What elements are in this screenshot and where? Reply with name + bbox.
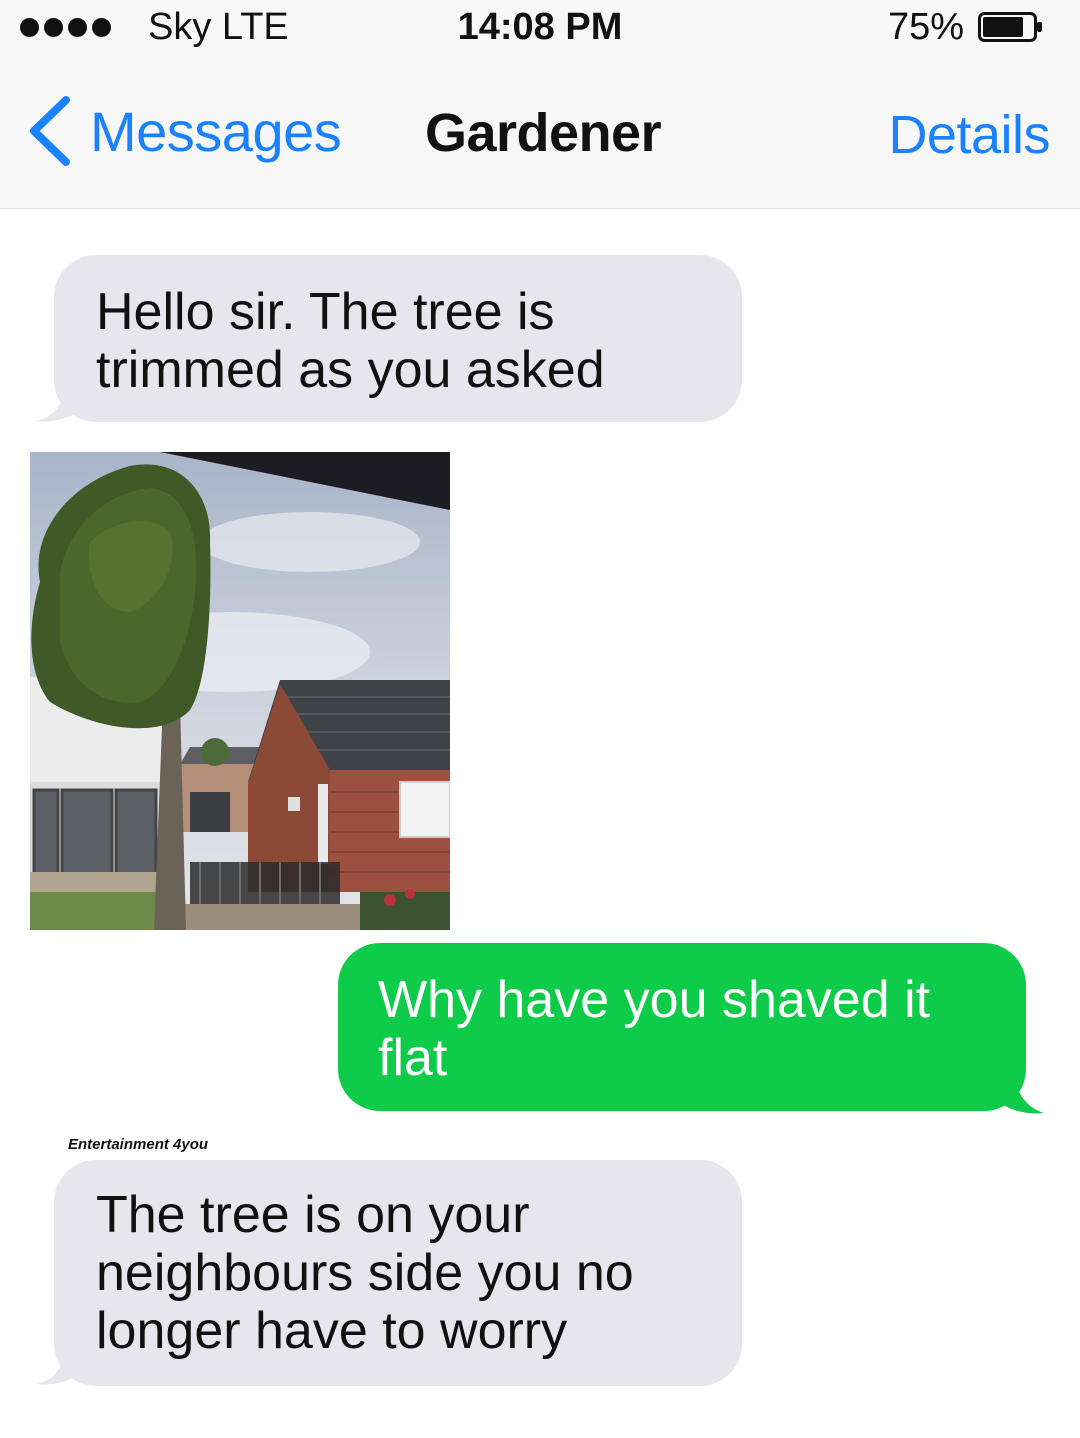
conversation-title: Gardener xyxy=(425,103,662,163)
battery-icon xyxy=(978,12,1042,42)
details-button[interactable]: Details xyxy=(888,104,1050,166)
incoming-message[interactable]: Hello sir. The tree is trimmed as you as… xyxy=(36,255,742,422)
back-button-label: Messages xyxy=(90,99,342,163)
status-bar: Sky LTE 14:08 PM 75% xyxy=(0,0,1080,60)
top-bar: Sky LTE 14:08 PM 75% Messages Gardener D… xyxy=(0,0,1080,209)
watermark: Entertainment 4you xyxy=(68,1136,209,1153)
photo-of-trimmed-tree[interactable] xyxy=(30,452,450,930)
outgoing-message[interactable]: Why have you shaved it flat xyxy=(338,943,1044,1114)
back-button[interactable]: Messages xyxy=(24,94,342,168)
message-text: The tree is on your neighbours side you … xyxy=(54,1160,742,1386)
incoming-message[interactable]: The tree is on your neighbours side you … xyxy=(36,1160,742,1386)
navigation-bar: Messages Gardener Details xyxy=(0,80,1080,190)
chevron-left-icon xyxy=(30,96,70,166)
message-text: Why have you shaved it flat xyxy=(338,943,1026,1111)
message-text: Hello sir. The tree is trimmed as you as… xyxy=(54,255,742,422)
tree-photo-image xyxy=(30,452,450,930)
battery-percentage: 75% xyxy=(888,6,965,48)
